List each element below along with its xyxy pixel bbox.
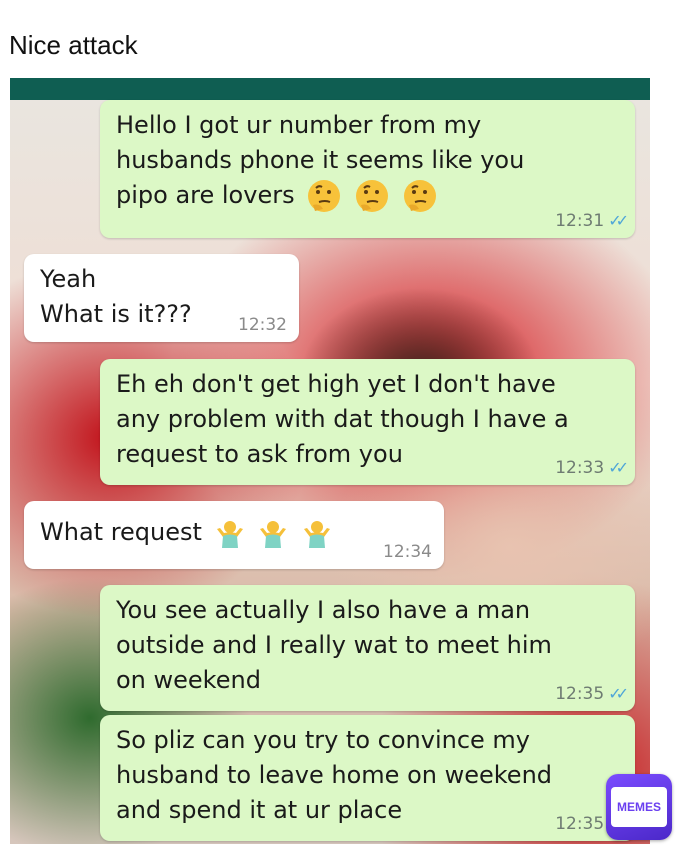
message-time: 12:35 bbox=[555, 814, 605, 834]
read-receipt-icon: ✓✓ bbox=[608, 211, 629, 230]
post-caption: Nice attack bbox=[9, 30, 138, 60]
thinking-face-icon bbox=[403, 180, 436, 212]
message-time: 12:34 bbox=[383, 542, 432, 562]
chat-screenshot: Hello I got ur number from my husbands p… bbox=[10, 78, 650, 844]
person-shrugging-icon bbox=[260, 521, 287, 548]
outgoing-message-bubble[interactable]: Hello I got ur number from my husbands p… bbox=[100, 100, 635, 238]
chat-header-bar bbox=[10, 78, 650, 100]
message-time: 12:35 bbox=[555, 684, 605, 704]
message-text: Yeah What is it??? bbox=[40, 265, 192, 328]
person-shrugging-icon bbox=[216, 521, 243, 548]
outgoing-message-bubble[interactable]: You see actually I also have a man outsi… bbox=[100, 585, 635, 711]
message-meta: 12:32 bbox=[238, 315, 287, 335]
message-time: 12:31 bbox=[555, 211, 605, 231]
message-time: 12:32 bbox=[238, 315, 287, 335]
message-text: Eh eh don't get high yet I don't have an… bbox=[116, 370, 569, 468]
message-meta: 12:35 ✓✓ bbox=[555, 684, 629, 704]
thinking-face-emojis bbox=[302, 180, 437, 212]
outgoing-message-bubble[interactable]: Eh eh don't get high yet I don't have an… bbox=[100, 359, 635, 485]
message-meta: 12:31 ✓✓ bbox=[555, 211, 629, 231]
message-time: 12:33 bbox=[555, 458, 605, 478]
incoming-message-bubble[interactable]: What request 12:34 bbox=[24, 501, 444, 569]
thinking-face-icon bbox=[308, 180, 341, 212]
outgoing-message-bubble[interactable]: So pliz can you try to convince my husba… bbox=[100, 715, 635, 841]
read-receipt-icon: ✓✓ bbox=[608, 458, 629, 477]
person-shrugging-icon bbox=[303, 521, 330, 548]
memes-logo: MEMES bbox=[611, 787, 667, 827]
thinking-face-icon bbox=[355, 180, 388, 212]
incoming-message-bubble[interactable]: Yeah What is it??? 12:32 bbox=[24, 254, 299, 342]
message-meta: 12:34 bbox=[383, 542, 432, 562]
message-text: What request bbox=[40, 518, 202, 546]
read-receipt-icon: ✓✓ bbox=[608, 684, 629, 703]
person-shrugging-emojis bbox=[210, 518, 333, 548]
message-text: You see actually I also have a man outsi… bbox=[116, 596, 552, 694]
message-meta: 12:33 ✓✓ bbox=[555, 458, 629, 478]
message-text: So pliz can you try to convince my husba… bbox=[116, 726, 553, 824]
memes-watermark-badge: MEMES bbox=[606, 774, 672, 840]
